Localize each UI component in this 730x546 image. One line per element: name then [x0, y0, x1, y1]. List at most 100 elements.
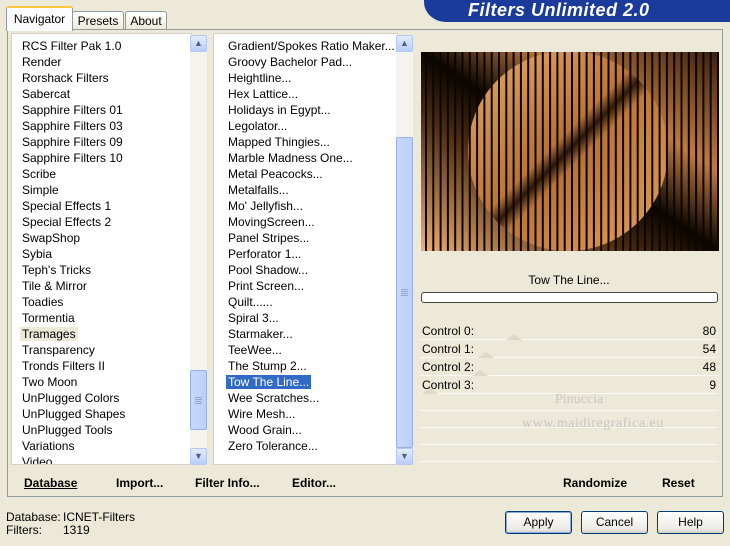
category-item[interactable]: Tile & Mirror [12, 278, 191, 294]
database-button[interactable]: Database [24, 476, 77, 490]
category-item[interactable]: Sybia [12, 246, 191, 262]
category-item[interactable]: Video [12, 454, 191, 464]
category-item-label: Sybia [22, 247, 53, 261]
filter-item[interactable]: Spiral 3... [214, 310, 397, 326]
category-item[interactable]: Sapphire Filters 10 [12, 150, 191, 166]
filter-list[interactable]: Gradient/Spokes Ratio Maker... Groovy Bac… [213, 33, 398, 465]
category-item[interactable]: Scribe [12, 166, 191, 182]
control-1-value: 54 [702, 342, 716, 356]
cancel-button[interactable]: Cancel [581, 511, 648, 534]
category-item-label: Sabercat [22, 87, 71, 101]
control-2-slider[interactable]: Control 2: 48 [420, 358, 718, 376]
filter-item[interactable]: Starmaker... [214, 326, 397, 342]
filter-item[interactable]: Print Screen... [214, 278, 397, 294]
filter-item[interactable]: Legolator... [214, 118, 397, 134]
scroll-up-icon[interactable]: ▲ [396, 35, 413, 52]
category-scroll-thumb[interactable] [190, 370, 207, 430]
filter-item-label: Quilt...... [228, 295, 273, 309]
category-item[interactable]: Sapphire Filters 03 [12, 118, 191, 134]
category-item-label: Special Effects 2 [22, 215, 112, 229]
category-item[interactable]: Rorshack Filters [12, 70, 191, 86]
category-item[interactable]: Tramages [12, 326, 191, 342]
filter-item[interactable]: Mapped Thingies... [214, 134, 397, 150]
help-button[interactable]: Help [657, 511, 724, 534]
category-item[interactable]: Tronds Filters II [12, 358, 191, 374]
control-0-value: 80 [702, 324, 716, 338]
filter-item[interactable]: Wire Mesh... [214, 406, 397, 422]
filter-item[interactable]: MovingScreen... [214, 214, 397, 230]
filter-item[interactable]: Metalfalls... [214, 182, 397, 198]
filter-item[interactable]: Wee Scratches... [214, 390, 397, 406]
control-1-label: Control 1: [422, 342, 475, 356]
scroll-down-icon[interactable]: ▼ [190, 448, 207, 465]
category-item[interactable]: Teph's Tricks [12, 262, 191, 278]
filter-item[interactable]: Perforator 1... [214, 246, 397, 262]
filter-item[interactable]: Holidays in Egypt... [214, 102, 397, 118]
filter-item[interactable]: Pool Shadow... [214, 262, 397, 278]
category-item-label: Sapphire Filters 09 [22, 135, 123, 149]
filter-item[interactable]: Marble Madness One... [214, 150, 397, 166]
filters-count-value: 1319 [63, 523, 90, 537]
category-list[interactable]: RCS Filter Pak 1.0 Render Rorshack Filters… [11, 33, 192, 465]
category-scrollbar[interactable]: ▲ ▼ [190, 35, 207, 465]
filter-info-button[interactable]: Filter Info... [195, 476, 260, 490]
scroll-up-icon[interactable]: ▲ [190, 35, 207, 52]
category-item-label: Render [22, 55, 62, 69]
category-item[interactable]: Transparency [12, 342, 191, 358]
category-item[interactable]: Sapphire Filters 09 [12, 134, 191, 150]
category-item[interactable]: Variations [12, 438, 191, 454]
category-item[interactable]: Tormentia [12, 310, 191, 326]
filter-scroll-thumb[interactable] [396, 137, 413, 448]
scroll-down-icon[interactable]: ▼ [396, 448, 413, 465]
filter-item[interactable]: Tow The Line... [214, 374, 397, 390]
tab-navigator[interactable]: Navigator [6, 6, 73, 31]
randomize-button[interactable]: Randomize [563, 476, 627, 490]
category-item[interactable]: Special Effects 2 [12, 214, 191, 230]
filter-item-label: Panel Stripes... [228, 231, 310, 245]
category-item[interactable]: Simple [12, 182, 191, 198]
filter-item-label: Zero Tolerance... [228, 439, 318, 453]
category-item[interactable]: Two Moon [12, 374, 191, 390]
category-item[interactable]: SwapShop [12, 230, 191, 246]
filter-item[interactable]: Hex Lattice... [214, 86, 397, 102]
filter-item[interactable]: Zero Tolerance... [214, 438, 397, 454]
category-item[interactable]: UnPlugged Tools [12, 422, 191, 438]
category-item[interactable]: UnPlugged Colors [12, 390, 191, 406]
category-item[interactable]: Toadies [12, 294, 191, 310]
tab-about[interactable]: About [125, 11, 167, 30]
app-title: Filters Unlimited 2.0 [468, 0, 650, 20]
filter-item[interactable]: Metal Peacocks... [214, 166, 397, 182]
filter-item[interactable]: Panel Stripes... [214, 230, 397, 246]
filter-item[interactable]: Heightline... [214, 70, 397, 86]
category-item[interactable]: Sapphire Filters 01 [12, 102, 191, 118]
category-item[interactable]: Sabercat [12, 86, 191, 102]
category-item[interactable]: RCS Filter Pak 1.0 [12, 38, 191, 54]
reset-button[interactable]: Reset [662, 476, 695, 490]
control-3-value: 9 [709, 378, 716, 392]
filter-item[interactable]: TeeWee... [214, 342, 397, 358]
filter-item-label: Wire Mesh... [228, 407, 296, 421]
filter-scrollbar[interactable]: ▲ ▼ [396, 35, 413, 465]
database-label: Database: [6, 510, 61, 524]
tab-presets[interactable]: Presets [72, 11, 124, 30]
category-item[interactable]: Special Effects 1 [12, 198, 191, 214]
filter-item-label: Mapped Thingies... [228, 135, 330, 149]
control-2-label: Control 2: [422, 360, 475, 374]
filter-item[interactable]: Wood Grain... [214, 422, 397, 438]
import-button[interactable]: Import... [116, 476, 163, 490]
editor-button[interactable]: Editor... [292, 476, 336, 490]
category-item[interactable]: Render [12, 54, 191, 70]
control-3-marker[interactable] [422, 388, 438, 394]
category-item-label: Transparency [22, 343, 95, 357]
filter-item[interactable]: Quilt...... [214, 294, 397, 310]
filter-item-label: Tow The Line... [224, 374, 313, 390]
category-item-label: Tile & Mirror [22, 279, 87, 293]
category-item[interactable]: UnPlugged Shapes [12, 406, 191, 422]
filter-item[interactable]: Gradient/Spokes Ratio Maker... [214, 38, 397, 54]
filter-item[interactable]: Mo' Jellyfish... [214, 198, 397, 214]
control-0-slider[interactable]: Control 0: 80 [420, 322, 718, 340]
filter-item[interactable]: The Stump 2... [214, 358, 397, 374]
apply-button[interactable]: Apply [505, 511, 572, 534]
control-1-slider[interactable]: Control 1: 54 [420, 340, 718, 358]
filter-item[interactable]: Groovy Bachelor Pad... [214, 54, 397, 70]
